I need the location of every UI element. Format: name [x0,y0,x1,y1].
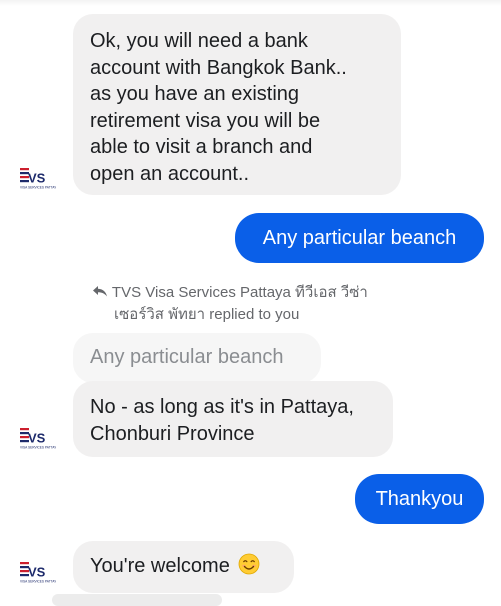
message-line: Chonburi Province [90,422,255,445]
svg-text:VS: VS [28,171,46,186]
message-line: retirement visa you will be [90,109,321,132]
sender-avatar[interactable]: VS VISA SERVICES PATTAYA [20,560,56,584]
incoming-message-bubble[interactable]: You're welcome [73,541,294,593]
sender-avatar[interactable]: VS VISA SERVICES PATTAYA [20,166,56,190]
reply-note-line: เซอร์วิส พัทยา replied to you [114,306,300,323]
message-line: Ok, you will need a bank [90,30,308,52]
composer-edge [52,594,222,606]
incoming-message-bubble[interactable]: No - as long as it's in Pattaya, Chonbur… [73,381,393,457]
reply-arrow-icon [93,286,107,297]
svg-text:VISA SERVICES PATTAYA: VISA SERVICES PATTAYA [20,186,56,190]
svg-text:VISA SERVICES PATTAYA: VISA SERVICES PATTAYA [20,446,56,450]
top-edge-shadow [0,0,501,6]
message-text: Any particular beanch [262,227,457,249]
reply-context-label: TVS Visa Services Pattaya ทีวีเอส วีซ่า … [92,282,452,326]
message-line: as you have an existing [90,83,300,105]
svg-text:VISA SERVICES PATTAYA: VISA SERVICES PATTAYA [20,580,56,584]
outgoing-message-bubble[interactable]: Any particular beanch [235,213,484,263]
quoted-message-bubble[interactable]: Any particular beanch [73,333,321,383]
sender-avatar[interactable]: VS VISA SERVICES PATTAYA [20,426,56,450]
message-text: Thankyou [375,488,464,510]
tvs-logo-icon: VS VISA SERVICES PATTAYA [20,562,56,584]
message-line: open an account.. [90,162,250,185]
tvs-logo-icon: VS VISA SERVICES PATTAYA [20,168,56,190]
reply-note-line: TVS Visa Services Pattaya ทีวีเอส วีซ่า [111,284,368,301]
message-line: No - as long as it's in Pattaya, [90,396,354,418]
smiling-face-emoji-icon [238,553,260,575]
svg-text:VS: VS [28,565,46,580]
outgoing-message-bubble[interactable]: Thankyou [355,474,484,524]
message-line: account with Bangkok Bank.. [90,56,347,79]
quoted-text: Any particular beanch [90,346,284,368]
incoming-message-bubble[interactable]: Ok, you will need a bank account with Ba… [73,14,401,195]
message-text: You're welcome [90,555,230,577]
message-line: able to visit a branch and [90,136,313,158]
tvs-logo-icon: VS VISA SERVICES PATTAYA [20,428,56,450]
svg-text:VS: VS [28,431,46,446]
